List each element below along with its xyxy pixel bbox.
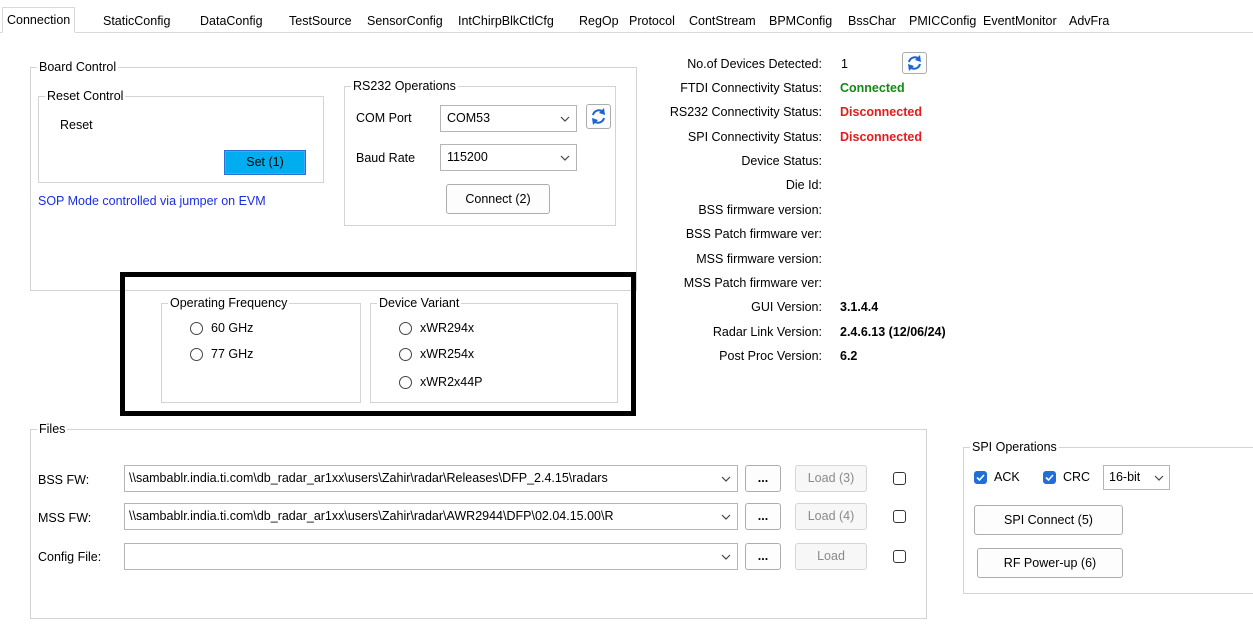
chevron-down-icon [560,155,570,161]
refresh-icon [908,55,921,71]
baud-rate-select[interactable]: 115200 [440,144,577,171]
tab-bar: Connection StaticConfig DataConfig TestS… [0,0,1253,33]
tab-protocol[interactable]: Protocol [626,11,678,32]
tab-dataconfig[interactable]: DataConfig [197,11,266,32]
rs232-operations-title: RS232 Operations [351,78,458,94]
bss-patch-version-label: BSS Patch firmware ver: [685,227,822,241]
radar-link-version-label: Radar Link Version: [712,325,822,339]
chevron-down-icon [721,476,731,482]
tab-intchirpblkctlcfg[interactable]: IntChirpBlkCtlCfg [455,11,557,32]
reset-label: Reset [60,118,93,132]
files-title: Files [37,421,68,437]
tab-bsschar[interactable]: BssChar [845,11,899,32]
devices-detected-label: No.of Devices Detected: [687,57,822,71]
com-port-select[interactable]: COM53 [440,105,577,132]
devices-detected-value: 1 [841,57,848,71]
chevron-down-icon [1154,475,1164,481]
rs232-status-label: RS232 Connectivity Status: [669,105,822,119]
rs232-status-value: Disconnected [840,105,922,119]
spi-status-label: SPI Connectivity Status: [687,130,822,144]
bss-fw-label: BSS FW: [38,473,90,487]
device-status-label: Device Status: [741,154,822,168]
ack-checkbox[interactable] [974,471,987,484]
checkmark-icon [1045,474,1054,482]
crc-bits-select[interactable]: 16-bit [1103,465,1170,490]
crc-label: CRC [1063,470,1091,484]
config-file-load-button[interactable]: Load [795,543,867,570]
bss-fw-path-select[interactable]: \\sambablr.india.ti.com\db_radar_ar1xx\u… [124,465,738,492]
tab-staticconfig[interactable]: StaticConfig [100,11,173,32]
set-reset-button[interactable]: Set (1) [224,150,306,175]
mss-fw-path: \\sambablr.india.ti.com\db_radar_ar1xx\u… [129,509,614,523]
gui-version-value: 3.1.4.4 [840,300,879,314]
spi-operations-title: SPI Operations [970,439,1059,455]
mss-fw-browse-button[interactable]: ... [745,503,781,530]
com-port-value: COM53 [447,111,491,125]
reset-control-title: Reset Control [45,88,126,104]
sop-mode-note: SOP Mode controlled via jumper on EVM [38,194,266,208]
tab-advfra[interactable]: AdvFra [1066,11,1112,32]
bss-fw-path: \\sambablr.india.ti.com\db_radar_ar1xx\u… [129,471,608,485]
mss-fw-label: MSS FW: [38,511,92,525]
mss-fw-checkbox[interactable] [893,510,906,523]
crc-checkbox[interactable] [1043,471,1056,484]
ftdi-status-value: Connected [840,81,905,95]
tab-contstream[interactable]: ContStream [686,11,759,32]
radar-link-version-value: 2.4.6.13 (12/06/24) [840,325,946,339]
tab-bpmconfig[interactable]: BPMConfig [766,11,835,32]
config-file-label: Config File: [38,550,102,564]
post-proc-version-label: Post Proc Version: [719,349,822,363]
chevron-down-icon [721,514,731,520]
post-proc-version-value: 6.2 [840,349,858,363]
connect-button[interactable]: Connect (2) [446,184,550,214]
chevron-down-icon [721,554,731,560]
mss-fw-version-label: MSS firmware version: [696,252,822,266]
tab-connection[interactable]: Connection [2,7,76,33]
spi-connect-button[interactable]: SPI Connect (5) [974,505,1123,535]
bss-fw-browse-button[interactable]: ... [745,465,781,492]
bss-fw-version-label: BSS firmware version: [698,203,822,217]
config-file-browse-button[interactable]: ... [745,543,781,570]
devices-refresh-button[interactable] [902,52,927,74]
ack-label: ACK [994,470,1020,484]
tab-pmicconfig[interactable]: PMICConfig [906,11,979,32]
crc-bits-value: 16-bit [1109,470,1141,484]
board-control-title: Board Control [37,59,119,75]
chevron-down-icon [560,116,570,122]
tab-testsource[interactable]: TestSource [286,11,355,32]
config-file-path-select[interactable] [124,543,738,570]
com-port-label: COM Port [356,111,412,125]
highlight-box [120,272,636,416]
tab-sensorconfig[interactable]: SensorConfig [364,11,446,32]
tab-eventmonitor[interactable]: EventMonitor [980,11,1060,32]
mss-fw-load-button[interactable]: Load (4) [795,503,867,530]
mss-fw-path-select[interactable]: \\sambablr.india.ti.com\db_radar_ar1xx\u… [124,503,738,530]
ftdi-status-label: FTDI Connectivity Status: [680,81,822,95]
bss-fw-load-button[interactable]: Load (3) [795,465,867,492]
gui-version-label: GUI Version: [751,300,822,314]
die-id-label: Die Id: [785,178,822,192]
mss-patch-version-label: MSS Patch firmware ver: [683,276,822,290]
baud-rate-label: Baud Rate [356,151,416,165]
bss-fw-checkbox[interactable] [893,472,906,485]
checkmark-icon [976,474,985,482]
spi-status-value: Disconnected [840,130,922,144]
config-file-checkbox[interactable] [893,550,906,563]
rf-powerup-button[interactable]: RF Power-up (6) [977,548,1123,578]
baud-rate-value: 115200 [447,150,488,164]
tab-regop[interactable]: RegOp [576,11,622,32]
